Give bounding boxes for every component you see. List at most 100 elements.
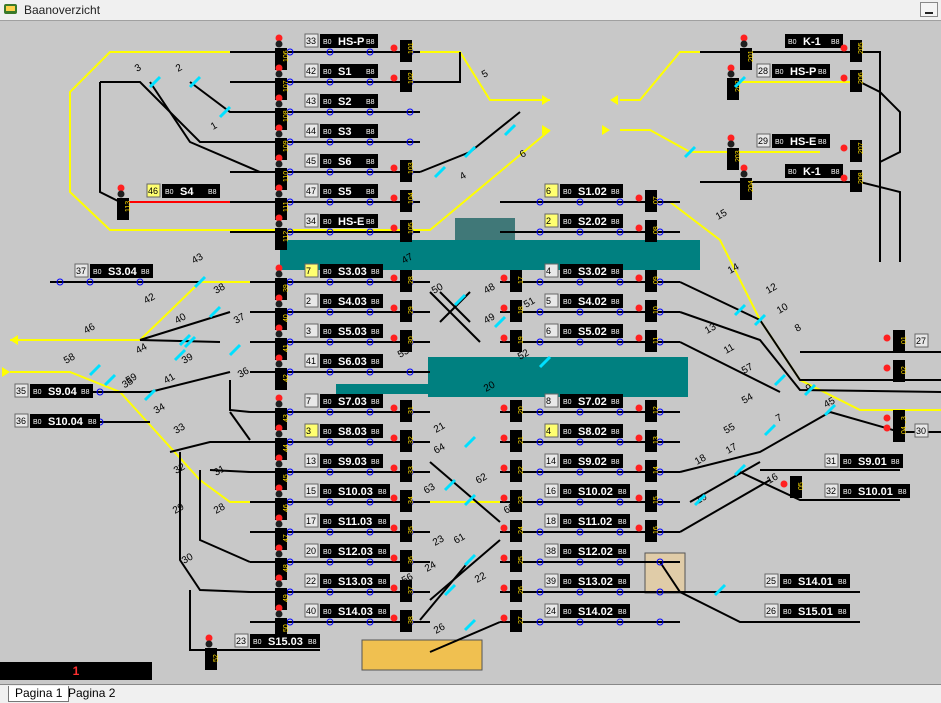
signal-lamp-icon[interactable] [275, 580, 283, 588]
block-name[interactable]: HS-P [338, 36, 364, 48]
signal-lamp-icon[interactable] [500, 434, 508, 442]
block-name[interactable]: S4.02 [578, 296, 607, 308]
switch-marker[interactable] [463, 618, 477, 632]
signal-lamp-icon[interactable] [275, 610, 283, 618]
signal-lamp-icon[interactable] [780, 480, 788, 488]
signal-lamp-icon[interactable] [727, 64, 735, 72]
signal-lamp-icon[interactable] [275, 460, 283, 468]
block-name[interactable]: S15.03 [268, 636, 303, 648]
switch-number[interactable]: 57 [740, 361, 756, 376]
signal-lamp-icon[interactable] [275, 270, 283, 278]
block-name[interactable]: S5 [338, 186, 351, 198]
signal-lamp-icon[interactable] [275, 300, 283, 308]
block-name[interactable]: S10.03 [338, 486, 373, 498]
block-name[interactable]: S8.02 [578, 426, 607, 438]
signal-lamp-icon[interactable] [275, 490, 283, 498]
switch-number[interactable]: 64 [432, 441, 448, 456]
signal-lamp-icon[interactable] [275, 184, 283, 192]
block-name[interactable]: HS-P [790, 66, 816, 78]
signal-lamp-icon[interactable] [275, 514, 283, 522]
switch-number[interactable]: 29 [171, 501, 187, 516]
signal-lamp-icon[interactable] [500, 404, 508, 412]
signal-lamp-icon[interactable] [635, 434, 643, 442]
block-name[interactable]: S4.03 [338, 296, 367, 308]
signal-lamp-icon[interactable] [275, 394, 283, 402]
signal-lamp-icon[interactable] [275, 430, 283, 438]
switch-number[interactable]: 1 [209, 120, 220, 133]
block-name[interactable]: S10.04 [48, 416, 84, 428]
switch-number[interactable]: 15 [714, 207, 730, 222]
signal-lamp-icon[interactable] [500, 334, 508, 342]
switch-marker[interactable] [443, 478, 457, 492]
signal-lamp-icon[interactable] [117, 190, 125, 198]
signal-lamp-icon[interactable] [390, 44, 398, 52]
signal-lamp-icon[interactable] [275, 70, 283, 78]
signal-lamp-icon[interactable] [390, 304, 398, 312]
switch-number[interactable]: 10 [775, 301, 791, 316]
switch-number[interactable]: 37 [232, 311, 248, 326]
signal-lamp-icon[interactable] [390, 334, 398, 342]
tab-pagina-1[interactable]: Pagina 1 [8, 686, 70, 702]
signal-lamp-icon[interactable] [275, 214, 283, 222]
switch-marker[interactable] [228, 343, 242, 357]
title-bar[interactable]: Baanoverzicht [0, 0, 941, 21]
switch-marker[interactable] [453, 293, 467, 307]
switch-number[interactable]: 12 [764, 281, 780, 296]
block-name[interactable]: S10.01 [858, 486, 893, 498]
switch-marker[interactable] [433, 165, 447, 179]
signal-lamp-icon[interactable] [390, 404, 398, 412]
signal-lamp-icon[interactable] [390, 464, 398, 472]
block-name[interactable]: S13.02 [578, 576, 613, 588]
switch-number[interactable]: 38 [212, 281, 228, 296]
signal-lamp-icon[interactable] [275, 484, 283, 492]
switch-number[interactable]: 2 [174, 62, 185, 75]
signal-lamp-icon[interactable] [740, 164, 748, 172]
signal-lamp-icon[interactable] [117, 184, 125, 192]
switch-number[interactable]: 44 [134, 341, 150, 356]
signal-lamp-icon[interactable] [275, 520, 283, 528]
signal-lamp-icon[interactable] [727, 140, 735, 148]
switch-number[interactable]: 48 [482, 281, 498, 296]
signal-lamp-icon[interactable] [840, 74, 848, 82]
block-name[interactable]: S9.02 [578, 456, 607, 468]
signal-lamp-icon[interactable] [275, 220, 283, 228]
switch-marker[interactable] [713, 583, 727, 597]
block-name[interactable]: S13.03 [338, 576, 373, 588]
signal-lamp-icon[interactable] [275, 400, 283, 408]
signal-lamp-icon[interactable] [390, 74, 398, 82]
signal-lamp-icon[interactable] [390, 584, 398, 592]
block-name[interactable]: S9.04 [48, 386, 78, 398]
block-name[interactable]: S11.02 [578, 516, 612, 528]
signal-lamp-icon[interactable] [275, 360, 283, 368]
block-name[interactable]: S5.02 [578, 326, 607, 338]
signal-lamp-icon[interactable] [883, 424, 891, 432]
signal-lamp-icon[interactable] [275, 454, 283, 462]
block-name[interactable]: S7.03 [338, 396, 367, 408]
block-name[interactable]: S14.03 [338, 606, 373, 618]
switch-marker[interactable] [773, 373, 787, 387]
signal-lamp-icon[interactable] [390, 494, 398, 502]
signal-lamp-icon[interactable] [635, 464, 643, 472]
signal-lamp-icon[interactable] [205, 634, 213, 642]
signal-lamp-icon[interactable] [727, 70, 735, 78]
block-name[interactable]: S9.01 [858, 456, 887, 468]
signal-lamp-icon[interactable] [390, 614, 398, 622]
switch-marker[interactable] [493, 315, 507, 329]
signal-lamp-icon[interactable] [840, 144, 848, 152]
signal-lamp-icon[interactable] [205, 640, 213, 648]
block-name[interactable]: S3 [338, 126, 351, 138]
block-name[interactable]: S8.03 [338, 426, 367, 438]
switch-marker[interactable] [463, 435, 477, 449]
signal-lamp-icon[interactable] [275, 34, 283, 42]
signal-lamp-icon[interactable] [840, 174, 848, 182]
block-name[interactable]: S7.02 [578, 396, 607, 408]
block-name[interactable]: S3.04 [108, 266, 138, 278]
switch-number[interactable]: 3 [133, 62, 144, 75]
switch-number[interactable]: 54 [740, 391, 756, 406]
block-name[interactable]: K-1 [803, 36, 821, 48]
block-name[interactable]: S14.02 [578, 606, 613, 618]
signal-lamp-icon[interactable] [390, 274, 398, 282]
signal-lamp-icon[interactable] [635, 304, 643, 312]
signal-lamp-icon[interactable] [390, 524, 398, 532]
block-name[interactable]: S11.03 [338, 516, 372, 528]
